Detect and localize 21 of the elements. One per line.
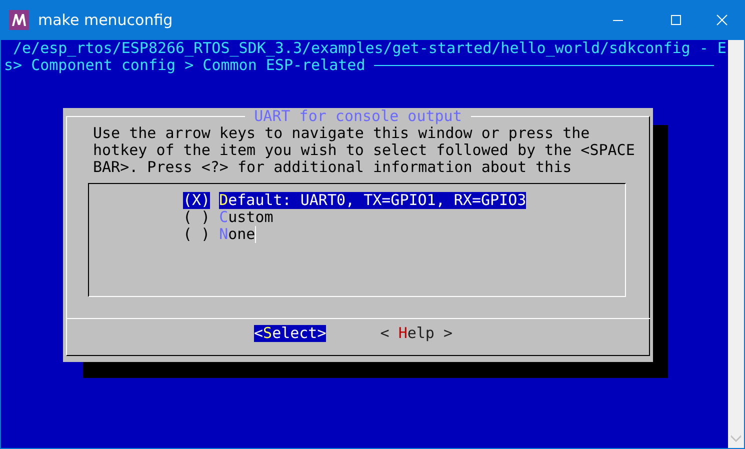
maximize-icon[interactable] (670, 14, 682, 26)
close-icon[interactable] (716, 14, 728, 26)
option-item[interactable]: None (219, 226, 256, 243)
radio-marker[interactable]: ( ) (183, 226, 210, 243)
dialog-button[interactable]: <Select> (254, 325, 326, 342)
scrollbar[interactable] (728, 40, 744, 448)
dialog-button[interactable]: < Help > (380, 325, 452, 342)
radio-marker[interactable]: ( ) (183, 209, 210, 226)
window-title: make menuconfig (38, 11, 173, 29)
config-path: /e/esp_rtos/ESP8266_RTOS_SDK_3.3/examples/get-started/hello_world/sdkconfig - E (13, 40, 726, 57)
text-cursor (255, 226, 256, 243)
option-item[interactable]: Custom (219, 209, 274, 226)
app-logo-icon (9, 10, 29, 30)
help-text: hotkey of the item you wish to select followed by the <SPACE (93, 142, 636, 159)
help-text: BAR>. Press <?> for additional information about this (93, 159, 573, 176)
help-text: Use the arrow keys to navigate this window or press the (93, 125, 591, 142)
scroll-down-icon[interactable] (731, 435, 741, 442)
dialog-title: UART for console output (245, 108, 471, 125)
breadcrumb: s> Component config > Common ESP-related (4, 57, 366, 74)
radio-marker[interactable]: (X) (183, 192, 210, 209)
option-item[interactable]: Default: UART0, TX=GPIO1, RX=GPIO3 (219, 192, 526, 209)
